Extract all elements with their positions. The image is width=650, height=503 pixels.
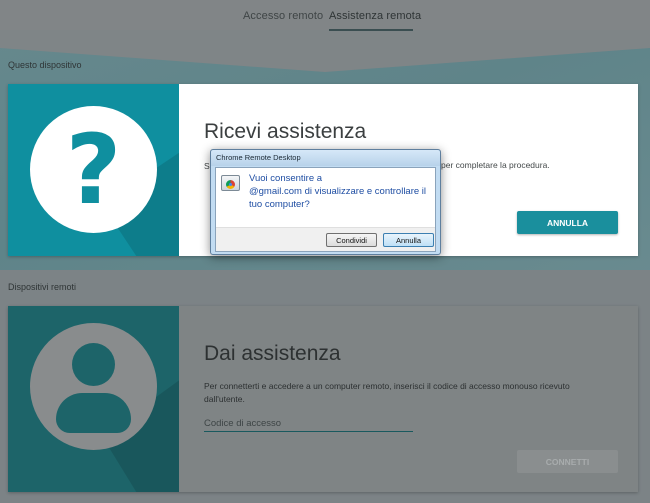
get-help-icon-panel: ? [8,84,179,256]
give-help-desc: Per connetterti e accedere a un computer… [204,381,570,404]
give-help-content: Dai assistenza Per connetterti e acceder… [179,306,638,492]
dialog-message-email: @gmail.com [249,186,302,197]
dialog-message: Vuoi consentire a @gmail.com di visualiz… [249,172,434,211]
section-label-this-device: Questo dispositivo [8,60,82,70]
share-button[interactable]: Condividi [326,233,377,247]
give-help-title: Dai assistenza [204,342,341,365]
question-circle: ? [30,106,157,233]
question-mark-icon: ? [65,113,122,226]
tab-remote-access[interactable]: Accesso remoto [243,10,323,22]
connect-button[interactable]: CONNETTI [517,450,618,473]
give-help-card: Dai assistenza Per connetterti e acceder… [8,306,638,492]
tab-bar: Accesso remoto Assistenza remota [0,0,650,34]
chrome-remote-desktop-icon [221,175,240,191]
dialog-body: Vuoi consentire a @gmail.com di visualiz… [215,167,436,252]
person-icon [72,343,115,386]
dialog-footer: Condividi Annulla [216,227,435,251]
dialog-message-prefix: Vuoi consentire a [249,173,323,184]
give-help-icon-panel [8,306,179,492]
tab-selected-indicator [329,29,413,31]
get-help-desc-start: S [204,161,210,171]
share-dialog: Chrome Remote Desktop Vuoi consentire a … [210,149,441,255]
person-body-icon [56,393,131,433]
tab-remote-assistance[interactable]: Assistenza remota [329,10,421,22]
chrome-logo-icon [226,180,235,189]
person-circle [30,323,157,450]
get-help-title: Ricevi assistenza [204,120,367,143]
cancel-button[interactable]: ANNULLA [517,211,618,234]
dialog-cancel-button[interactable]: Annulla [383,233,434,247]
access-code-input[interactable] [204,416,413,432]
get-help-desc-end: per completare la procedura. [441,160,550,170]
dialog-title[interactable]: Chrome Remote Desktop [211,150,440,166]
section-label-remote-devices: Dispositivi remoti [8,282,77,292]
redacted-email [324,174,387,183]
